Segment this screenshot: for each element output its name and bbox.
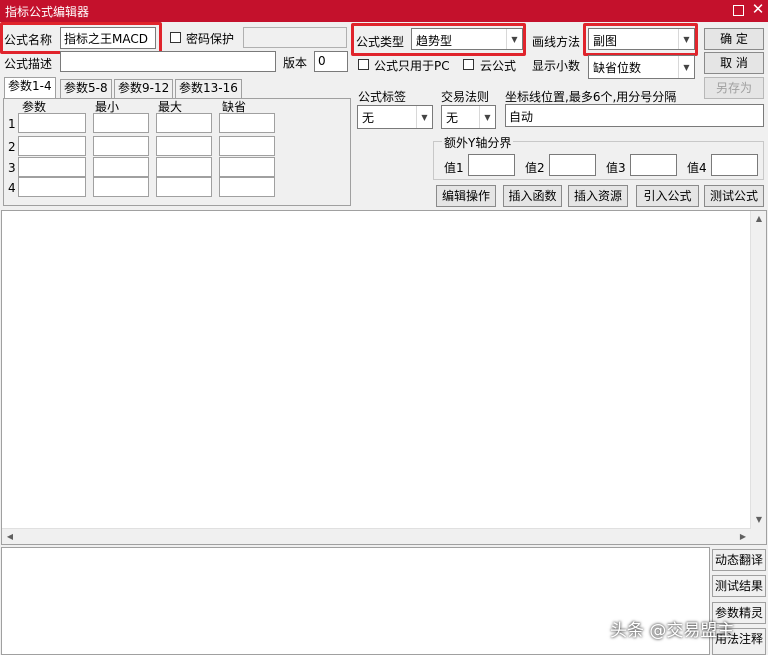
param-4-default-input[interactable]: [219, 177, 275, 197]
maximize-icon[interactable]: [733, 5, 744, 16]
editor-horizontal-scrollbar[interactable]: ◀ ▶: [2, 528, 751, 544]
formula-tag-label: 公式标签: [358, 90, 407, 104]
version-input[interactable]: 0: [314, 51, 348, 72]
close-icon[interactable]: ✕: [751, 2, 765, 17]
pc-only-label: 公式只用于PC: [374, 59, 450, 73]
formula-tag-value: 无: [362, 111, 375, 125]
param-4-name-input[interactable]: [18, 177, 86, 197]
insert-function-button[interactable]: 插入函数: [503, 185, 562, 207]
output-panel[interactable]: [1, 547, 710, 655]
y-value-1-input[interactable]: [468, 154, 515, 176]
formula-name-input[interactable]: 指标之王MACD: [60, 27, 156, 49]
dynamic-translate-button[interactable]: 动态翻译: [712, 549, 766, 571]
param-2-default-input[interactable]: [219, 136, 275, 156]
password-label: 密码保护: [186, 32, 235, 46]
y-value-2-input[interactable]: [549, 154, 596, 176]
scroll-up-icon[interactable]: ▲: [751, 211, 767, 227]
formula-tag-select[interactable]: 无 ▼: [357, 105, 433, 129]
draw-method-select[interactable]: 副图 ▼: [588, 28, 695, 50]
formula-type-select[interactable]: 趋势型 ▼: [411, 28, 523, 50]
y-value-3-input[interactable]: [630, 154, 677, 176]
param-4-min-input[interactable]: [93, 177, 149, 197]
param-1-min-input[interactable]: [93, 113, 149, 133]
formula-name-label: 公式名称: [4, 33, 53, 47]
cloud-label: 云公式: [480, 59, 517, 73]
y-value-label: 值2: [525, 161, 545, 175]
param-3-name-input[interactable]: [18, 157, 86, 177]
cancel-button[interactable]: 取 消: [704, 52, 764, 74]
param-1-max-input[interactable]: [156, 113, 212, 133]
param-2-min-input[interactable]: [93, 136, 149, 156]
draw-method-value: 副图: [593, 34, 618, 48]
chevron-down-icon: ▼: [678, 56, 694, 78]
axis-position-input[interactable]: 自动: [505, 104, 764, 127]
draw-method-label: 画线方法: [532, 35, 581, 49]
watermark-text: 头条 @交易盟主: [610, 621, 735, 641]
edit-operation-button[interactable]: 编辑操作: [436, 185, 496, 207]
scroll-down-icon[interactable]: ▼: [751, 512, 767, 528]
extra-y-axis-label: 额外Y轴分界: [442, 134, 514, 151]
test-formula-button[interactable]: 测试公式: [704, 185, 764, 207]
window-title: 指标公式编辑器: [5, 5, 90, 19]
scroll-right-icon[interactable]: ▶: [735, 529, 751, 545]
tab-params-9-12[interactable]: 参数9-12: [114, 79, 174, 98]
param-3-min-input[interactable]: [93, 157, 149, 177]
tab-params-5-8[interactable]: 参数5-8: [60, 79, 112, 98]
ok-button[interactable]: 确 定: [704, 28, 764, 50]
y-value-label: 值4: [687, 161, 707, 175]
title-bar: 指标公式编辑器 ✕: [0, 0, 768, 22]
tab-params-13-16[interactable]: 参数13-16: [175, 79, 242, 98]
cloud-checkbox[interactable]: [463, 59, 474, 70]
param-3-max-input[interactable]: [156, 157, 212, 177]
chevron-down-icon: ▼: [479, 106, 495, 128]
chevron-down-icon: ▼: [416, 106, 432, 128]
formula-desc-label: 公式描述: [4, 57, 53, 71]
y-value-label: 值1: [444, 161, 464, 175]
param-row-number: 2: [8, 140, 16, 154]
param-row-number: 4: [8, 181, 16, 195]
chevron-down-icon: ▼: [678, 29, 694, 49]
y-value-4-input[interactable]: [711, 154, 758, 176]
param-1-name-input[interactable]: [18, 113, 86, 133]
trade-rule-label: 交易法则: [441, 90, 490, 104]
password-input[interactable]: [243, 27, 347, 48]
y-value-label: 值3: [606, 161, 626, 175]
chevron-down-icon: ▼: [506, 29, 522, 49]
decimals-select[interactable]: 缺省位数 ▼: [588, 55, 695, 79]
param-3-default-input[interactable]: [219, 157, 275, 177]
test-result-button[interactable]: 测试结果: [712, 575, 766, 597]
import-formula-button[interactable]: 引入公式: [636, 185, 699, 207]
formula-desc-input[interactable]: [60, 51, 276, 72]
param-1-default-input[interactable]: [219, 113, 275, 133]
version-label: 版本: [283, 56, 308, 70]
tab-params-1-4[interactable]: 参数1-4: [4, 77, 56, 99]
scroll-left-icon[interactable]: ◀: [2, 529, 18, 545]
decimals-value: 缺省位数: [593, 61, 642, 75]
trade-rule-select[interactable]: 无 ▼: [441, 105, 496, 129]
insert-resource-button[interactable]: 插入资源: [568, 185, 628, 207]
param-2-max-input[interactable]: [156, 136, 212, 156]
formula-type-value: 趋势型: [416, 34, 453, 48]
param-row-number: 3: [8, 161, 16, 175]
password-checkbox[interactable]: [170, 32, 181, 43]
save-as-button[interactable]: 另存为: [704, 77, 764, 99]
trade-rule-value: 无: [446, 111, 459, 125]
formula-type-label: 公式类型: [356, 35, 405, 49]
param-row-number: 1: [8, 117, 16, 131]
code-editor[interactable]: ▲ ▼ ◀ ▶: [1, 210, 767, 545]
param-4-max-input[interactable]: [156, 177, 212, 197]
pc-only-checkbox[interactable]: [358, 59, 369, 70]
axis-position-label: 坐标线位置,最多6个,用分号分隔: [505, 90, 677, 104]
param-2-name-input[interactable]: [18, 136, 86, 156]
editor-vertical-scrollbar[interactable]: ▲ ▼: [750, 211, 766, 544]
decimals-label: 显示小数: [532, 59, 581, 73]
